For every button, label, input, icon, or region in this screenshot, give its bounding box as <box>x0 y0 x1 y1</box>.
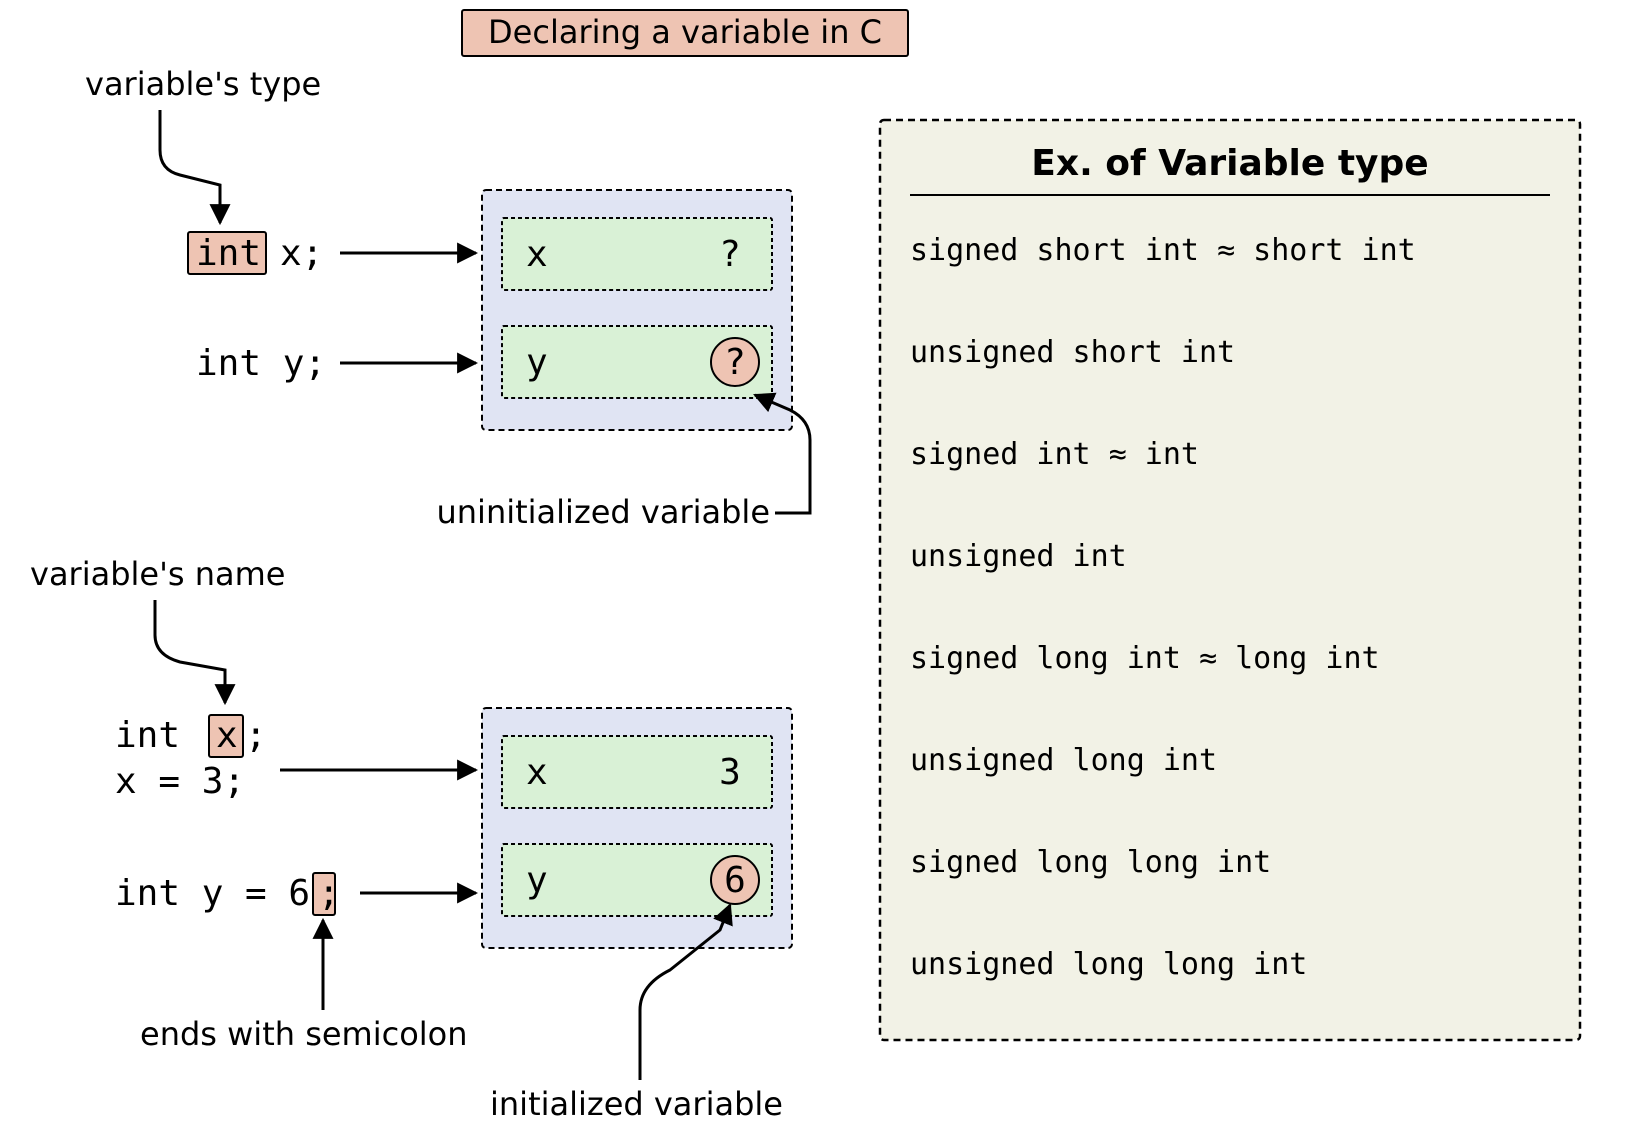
memory-bot-x-val: 3 <box>719 752 741 793</box>
type-item: signed long int ≈ long int <box>910 641 1380 676</box>
code-type-kw: int <box>196 233 261 274</box>
memory-top-x-val: ? <box>719 234 741 275</box>
label-variable-name: variable's name <box>30 555 285 593</box>
label-variable-type: variable's type <box>85 65 321 103</box>
type-item: signed int ≈ int <box>910 437 1199 472</box>
memory-top-x-name: x <box>526 234 548 275</box>
memory-bot-y-val: 6 <box>724 860 746 901</box>
svg-text:int y = 6: int y = 6 <box>115 873 310 914</box>
type-item: unsigned int <box>910 539 1127 574</box>
svg-text:;: ; <box>245 715 267 756</box>
variable-types-panel: Ex. of Variable type signed short int ≈ … <box>880 120 1580 1040</box>
diagram-title: Declaring a variable in C <box>462 10 908 56</box>
type-item: signed long long int <box>910 845 1271 880</box>
type-item: unsigned short int <box>910 335 1235 370</box>
svg-text:int: int <box>115 715 180 756</box>
memory-bottom: x 3 y 6 <box>482 708 792 948</box>
title-text: Declaring a variable in C <box>488 13 882 51</box>
svg-text:x: x <box>216 715 238 756</box>
type-item: signed short int ≈ short int <box>910 233 1416 268</box>
label-uninitialized: uninitialized variable <box>436 493 770 531</box>
memory-top-y-name: y <box>526 342 548 383</box>
arrow-type <box>160 110 220 223</box>
svg-text:x = 3;: x = 3; <box>115 761 245 802</box>
code-int-x-assign: int x ; x = 3; <box>115 715 267 802</box>
types-panel-title: Ex. of Variable type <box>1031 143 1428 184</box>
memory-bot-x-name: x <box>526 752 548 793</box>
code-decl-y: int y; <box>196 343 326 384</box>
type-item: unsigned long int <box>910 743 1217 778</box>
code-int-x: int x; <box>188 232 323 274</box>
memory-top: x ? y ? <box>482 190 792 430</box>
memory-bot-y-name: y <box>526 860 548 901</box>
label-semicolon: ends with semicolon <box>140 1015 468 1053</box>
type-item: unsigned long long int <box>910 947 1307 982</box>
code-decl-x-rest: x; <box>280 233 323 274</box>
code-int-y-init: int y = 6 ; <box>115 873 340 915</box>
svg-text:;: ; <box>318 873 340 914</box>
arrow-name <box>155 600 225 703</box>
label-initialized: initialized variable <box>490 1085 783 1123</box>
memory-top-y-val: ? <box>724 342 746 383</box>
